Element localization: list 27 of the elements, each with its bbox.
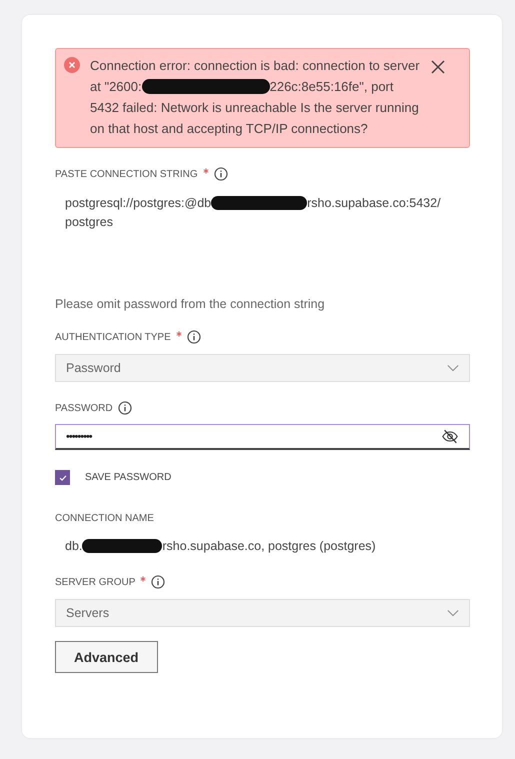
close-icon[interactable] <box>431 60 445 74</box>
server-group-dropdown[interactable]: Servers <box>55 599 470 627</box>
field-label: PASSWORD <box>55 402 113 414</box>
field-label: AUTHENTICATION TYPE <box>55 332 171 342</box>
password-field[interactable]: ••••••••• <box>55 424 470 450</box>
info-icon[interactable] <box>118 401 132 415</box>
dropdown-value: Servers <box>66 606 110 620</box>
chevron-down-icon <box>447 364 459 372</box>
authentication-type-dropdown[interactable]: Password <box>55 354 470 382</box>
chevron-down-icon <box>447 609 459 617</box>
connection-string-field[interactable]: postgresql://postgres:@db rsho.supabase.co:5432/ postgres <box>55 194 470 278</box>
info-icon[interactable] <box>214 167 228 181</box>
advanced-button[interactable]: Advanced <box>55 641 158 673</box>
field-label: SERVER GROUP <box>55 576 136 588</box>
hint-text: Please omit password from the connection string <box>55 297 326 311</box>
error-icon <box>64 57 80 73</box>
info-icon[interactable] <box>151 575 166 589</box>
info-icon[interactable] <box>186 330 201 344</box>
dropdown-value: Password <box>66 361 121 375</box>
eye-off-icon[interactable] <box>441 429 459 444</box>
checkbox[interactable] <box>55 470 70 485</box>
field-label: PASTE CONNECTION STRING <box>55 168 198 180</box>
field-label: CONNECTION NAME <box>55 512 154 524</box>
error-message: Connection error: connection is bad: connection to server at "2600: 226c:8e55:16fe", port 5432 failed: Network is unreachable Is the server running on that host and accepting TCP/IP connections? <box>90 57 420 138</box>
connection-name-field[interactable]: db. rsho.supabase.co, postgres (postgres) <box>55 536 470 556</box>
checkbox-label: SAVE PASSWORD <box>85 472 172 483</box>
password-value: ••••••••• <box>66 430 92 442</box>
